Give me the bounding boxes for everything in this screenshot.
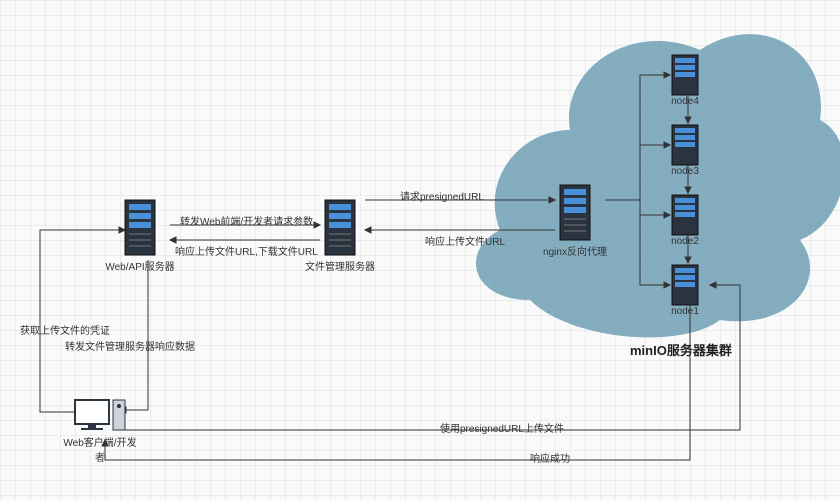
edge-get-upload-cred: 获取上传文件的凭证: [20, 322, 110, 337]
edge-forward-response: 转发文件管理服务器响应数据: [65, 338, 195, 353]
node1-label: node1: [645, 306, 725, 317]
web-api-server-label: Web/API服务器: [100, 258, 180, 273]
connection-layer: [0, 0, 840, 500]
edge-respond-success: 响应成功: [530, 450, 570, 465]
web-api-server-icon: [0, 0, 840, 500]
cloud-shape: [0, 0, 840, 500]
node2-label: node2: [645, 236, 725, 247]
node3-label: node3: [645, 166, 725, 177]
edge-respond-upload-url: 响应上传文件URL: [425, 233, 505, 248]
file-manager-label: 文件管理服务器: [300, 258, 380, 273]
node2-icon: [0, 0, 840, 500]
edge-respond-urls: 响应上传文件URL,下载文件URL: [175, 243, 318, 258]
edge-use-presigned-upload: 使用presignedURL上传文件: [440, 420, 564, 435]
web-client-icon: [0, 0, 840, 500]
node4-label: node4: [645, 96, 725, 107]
cluster-title: minIO服务器集群: [630, 340, 732, 359]
web-client-label: Web客户端/开发者: [60, 434, 140, 464]
node3-icon: [0, 0, 840, 500]
edge-forward-request: 转发Web前端/开发者请求参数: [180, 213, 313, 228]
node4-icon: [0, 0, 840, 500]
node1-icon: [0, 0, 840, 500]
file-manager-server-icon: [0, 0, 840, 500]
edge-request-presigned: 请求presignedURL: [400, 188, 484, 203]
nginx-server-icon: [0, 0, 840, 500]
nginx-label: nginx反向代理: [535, 243, 615, 258]
